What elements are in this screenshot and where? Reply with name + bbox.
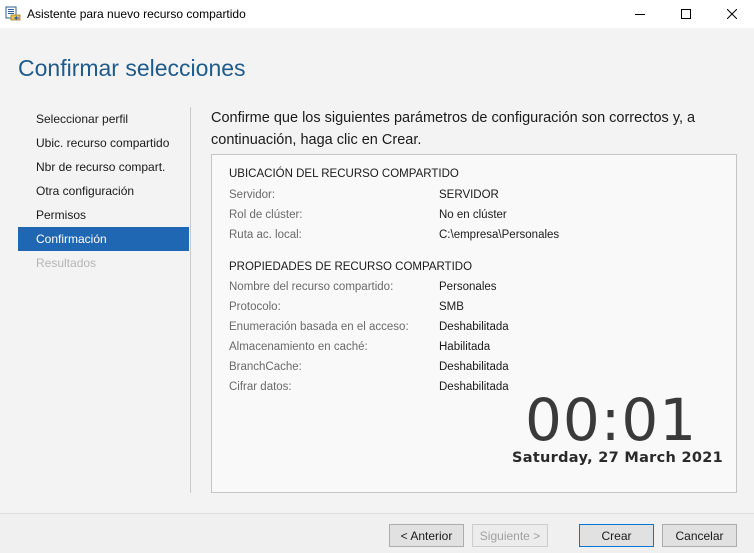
section-heading-ubicacion: UBICACIÓN DEL RECURSO COMPARTIDO [229,168,459,180]
clock-time: 00:01 [525,386,698,454]
summary-key: Almacenamiento en caché: [229,341,368,353]
summary-value: SMB [439,301,464,313]
summary-row: Enumeración basada en el acceso: Deshabi… [229,321,729,341]
minimize-button[interactable] [617,0,663,28]
summary-key: Cifrar datos: [229,381,292,393]
summary-row: BranchCache: Deshabilitada [229,361,729,381]
summary-value: Habilitada [439,341,491,353]
maximize-button[interactable] [663,0,709,28]
page-title: Confirmar selecciones [18,55,246,81]
summary-row: Protocolo: SMB [229,301,729,321]
summary-key: Nombre del recurso compartido: [229,281,394,293]
summary-key: Enumeración basada en el acceso: [229,321,409,333]
summary-value: Deshabilitada [439,381,509,393]
maximize-icon [681,9,691,19]
wizard-steps-nav: Seleccionar perfil Ubic. recurso compart… [18,107,189,275]
minimize-icon [635,14,645,15]
previous-button[interactable]: < Anterior [389,524,464,547]
summary-key: Ruta ac. local: [229,229,302,241]
summary-key: Protocolo: [229,301,281,313]
section-heading-propiedades: PROPIEDADES DE RECURSO COMPARTIDO [229,261,473,273]
clock-date: Saturday, 27 March 2021 [512,450,724,466]
share-folder-wizard-icon [5,5,22,22]
nav-item-otra-configuracion[interactable]: Otra configuración [18,179,189,203]
summary-row: Ruta ac. local: C:\empresa\Personales [229,229,729,249]
nav-item-permisos[interactable]: Permisos [18,203,189,227]
wizard-footer: < Anterior Siguiente > Crear Cancelar [0,513,754,553]
summary-key: Rol de clúster: [229,209,303,221]
nav-item-resultados: Resultados [36,256,97,270]
summary-row: Nombre del recurso compartido: Personale… [229,281,729,301]
summary-value: Deshabilitada [439,321,509,333]
summary-key: BranchCache: [229,361,302,373]
next-button: Siguiente > [472,524,548,547]
title-bar: Asistente para nuevo recurso compartido [0,0,754,28]
summary-row: Almacenamiento en caché: Habilitada [229,341,729,361]
summary-value: C:\empresa\Personales [439,229,560,241]
summary-value: Personales [439,281,497,293]
cancel-button[interactable]: Cancelar [662,524,737,547]
nav-item-confirmacion[interactable]: Confirmación [18,227,189,251]
create-button[interactable]: Crear [579,524,654,547]
instruction-text: Confirme que los siguientes parámetros d… [211,110,696,148]
nav-item-seleccionar-perfil[interactable]: Seleccionar perfil [18,107,189,131]
summary-value: Deshabilitada [439,361,509,373]
window-title: Asistente para nuevo recurso compartido [27,7,246,21]
summary-value: SERVIDOR [439,189,499,201]
close-button[interactable] [709,0,754,28]
wizard-header: Confirmar selecciones [0,28,754,98]
sidebar-divider [190,107,191,493]
close-icon [727,9,737,19]
summary-row: Servidor: SERVIDOR [229,189,729,209]
nav-item-ubic-recurso[interactable]: Ubic. recurso compartido [18,131,189,155]
summary-value: No en clúster [439,209,507,221]
nav-item-nombre-recurso[interactable]: Nbr de recurso compart. [18,155,189,179]
summary-row: Rol de clúster: No en clúster [229,209,729,229]
summary-key: Servidor: [229,189,276,201]
